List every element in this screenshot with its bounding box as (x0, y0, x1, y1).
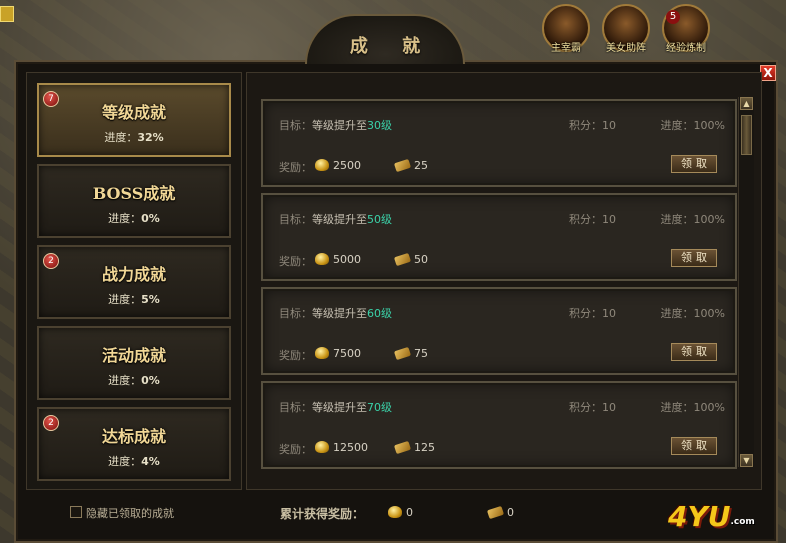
beauty-helper-feature-icon[interactable]: 美女助阵 (602, 4, 650, 54)
achievement-scrollbar[interactable]: ▲ ▼ (738, 97, 754, 467)
top-feature-icons: 主宰霸 美女助阵 5 经验炼制 (526, 0, 786, 60)
reward-gold: 7500 (315, 347, 361, 360)
overlord-feature-label: 主宰霸 (551, 43, 581, 54)
title-plate: 成 就 (305, 14, 465, 64)
score: 积分：10 (569, 213, 616, 226)
footer: 隐藏已领取的成就 累计获得奖励： 0 0 (26, 494, 762, 534)
category-power[interactable]: 2 战力成就 进度：5% (37, 245, 231, 319)
score: 积分：10 (569, 119, 616, 132)
scroll-up-icon[interactable]: ▲ (740, 97, 753, 110)
beauty-helper-feature-label: 美女助阵 (606, 43, 646, 54)
category-name: 达标成就 (101, 427, 166, 446)
category-name: 战力成就 (101, 265, 166, 284)
achievement-card: 目标：等级提升至70级 积分：10 进度：100% 奖励： 12500 125 … (261, 381, 737, 469)
category-standard[interactable]: 2 达标成就 进度：4% (37, 407, 231, 481)
gold-coin-icon (388, 506, 402, 518)
reward-ticket: 50 (393, 252, 428, 267)
category-progress: 进度：32% (104, 131, 164, 144)
overlord-feature-icon[interactable]: 主宰霸 (542, 4, 590, 54)
progress: 进度：100% (660, 307, 725, 320)
gold-coin-icon (315, 159, 329, 171)
progress: 进度：100% (660, 401, 725, 414)
achievement-card: 目标：等级提升至60级 积分：10 进度：100% 奖励： 7500 75 领取 (261, 287, 737, 375)
achievement-list: 目标：等级提升至30级 积分：10 进度：100% 奖励： 2500 25 领取… (246, 72, 762, 490)
reward-label: 奖励： (279, 443, 312, 456)
achievement-card: 目标：等级提升至50级 积分：10 进度：100% 奖励： 5000 50 领取 (261, 193, 737, 281)
corner-menu-icon[interactable] (0, 6, 14, 22)
category-list: 7 等级成就 进度：32% BOSS成就 进度：0% 2 战力成就 进度：5% … (26, 72, 242, 490)
gold-coin-icon (315, 253, 329, 265)
category-name: 等级成就 (101, 103, 166, 122)
achievement-card: 目标：等级提升至30级 积分：10 进度：100% 奖励： 2500 25 领取 (261, 99, 737, 187)
site-logo: 4YU.com (668, 500, 755, 533)
progress: 进度：100% (660, 119, 725, 132)
total-rewards-label: 累计获得奖励： (280, 507, 365, 521)
goal-label: 目标： (279, 307, 312, 320)
reward-ticket: 25 (393, 158, 428, 173)
category-level[interactable]: 7 等级成就 进度：32% (37, 83, 231, 157)
reward-gold: 5000 (315, 253, 361, 266)
goal-level: 30级 (367, 119, 392, 132)
category-progress: 进度：5% (108, 293, 160, 306)
goal-text: 等级提升至 (312, 213, 367, 226)
reward-gold: 2500 (315, 159, 361, 172)
category-event[interactable]: 活动成就 进度：0% (37, 326, 231, 400)
category-name: BOSS成就 (92, 184, 176, 203)
reward-label: 奖励： (279, 349, 312, 362)
goal-level: 70级 (367, 401, 392, 414)
ticket-icon (393, 346, 412, 361)
claim-button[interactable]: 领取 (671, 343, 717, 361)
category-boss[interactable]: BOSS成就 进度：0% (37, 164, 231, 238)
progress: 进度：100% (660, 213, 725, 226)
claim-button[interactable]: 领取 (671, 155, 717, 173)
goal-level: 50级 (367, 213, 392, 226)
window-title: 成 就 (349, 36, 435, 57)
goal-label: 目标： (279, 119, 312, 132)
score: 积分：10 (569, 307, 616, 320)
reward-ticket: 75 (393, 346, 428, 361)
goal-text: 等级提升至 (312, 401, 367, 414)
category-name: 活动成就 (101, 346, 166, 365)
score: 积分：10 (569, 401, 616, 414)
reward-gold: 12500 (315, 441, 368, 454)
category-progress: 进度：0% (108, 374, 160, 387)
claim-button[interactable]: 领取 (671, 437, 717, 455)
ticket-icon (393, 252, 412, 267)
goal-label: 目标： (279, 401, 312, 414)
ticket-icon (486, 505, 505, 520)
ticket-icon (393, 440, 412, 455)
exp-refine-badge: 5 (666, 10, 680, 24)
scroll-thumb[interactable] (741, 115, 752, 155)
hide-claimed-label[interactable]: 隐藏已领取的成就 (86, 505, 174, 521)
goal-text: 等级提升至 (312, 307, 367, 320)
total-ticket: 0 (486, 505, 514, 520)
claim-button[interactable]: 领取 (671, 249, 717, 267)
hide-claimed-checkbox[interactable] (70, 506, 82, 518)
close-button[interactable]: X (760, 65, 776, 81)
goal-level: 60级 (367, 307, 392, 320)
total-gold: 0 (388, 506, 413, 519)
reward-ticket: 125 (393, 440, 435, 455)
goal-text: 等级提升至 (312, 119, 367, 132)
exp-refine-feature-icon[interactable]: 5 经验炼制 (662, 4, 710, 54)
reward-label: 奖励： (279, 161, 312, 174)
exp-refine-feature-label: 经验炼制 (666, 43, 706, 54)
category-progress: 进度：0% (108, 212, 160, 225)
scroll-down-icon[interactable]: ▼ (740, 454, 753, 467)
ticket-icon (393, 158, 412, 173)
gold-coin-icon (315, 441, 329, 453)
category-progress: 进度：4% (108, 455, 160, 468)
goal-label: 目标： (279, 213, 312, 226)
reward-label: 奖励： (279, 255, 312, 268)
gold-coin-icon (315, 347, 329, 359)
